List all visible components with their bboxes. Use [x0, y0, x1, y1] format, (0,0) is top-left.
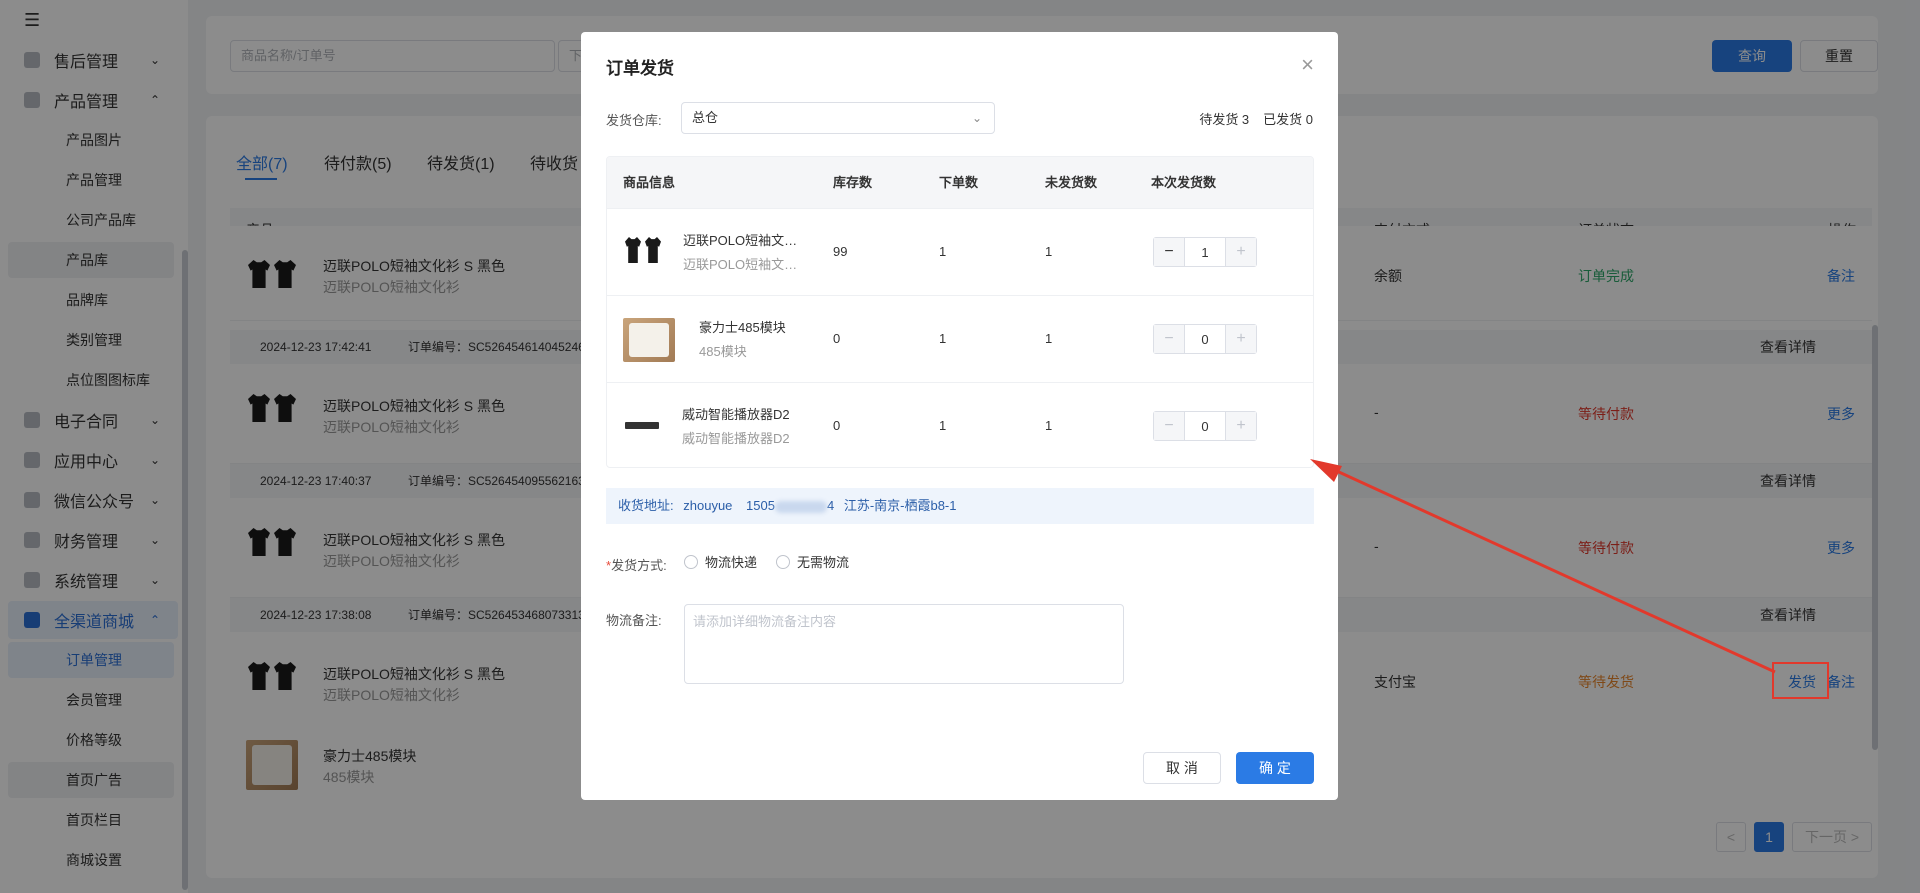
arrow-line	[1327, 465, 1776, 674]
arrow-head	[1310, 459, 1342, 482]
annotation-box	[1772, 662, 1829, 699]
annotation-arrow	[1310, 459, 1776, 674]
